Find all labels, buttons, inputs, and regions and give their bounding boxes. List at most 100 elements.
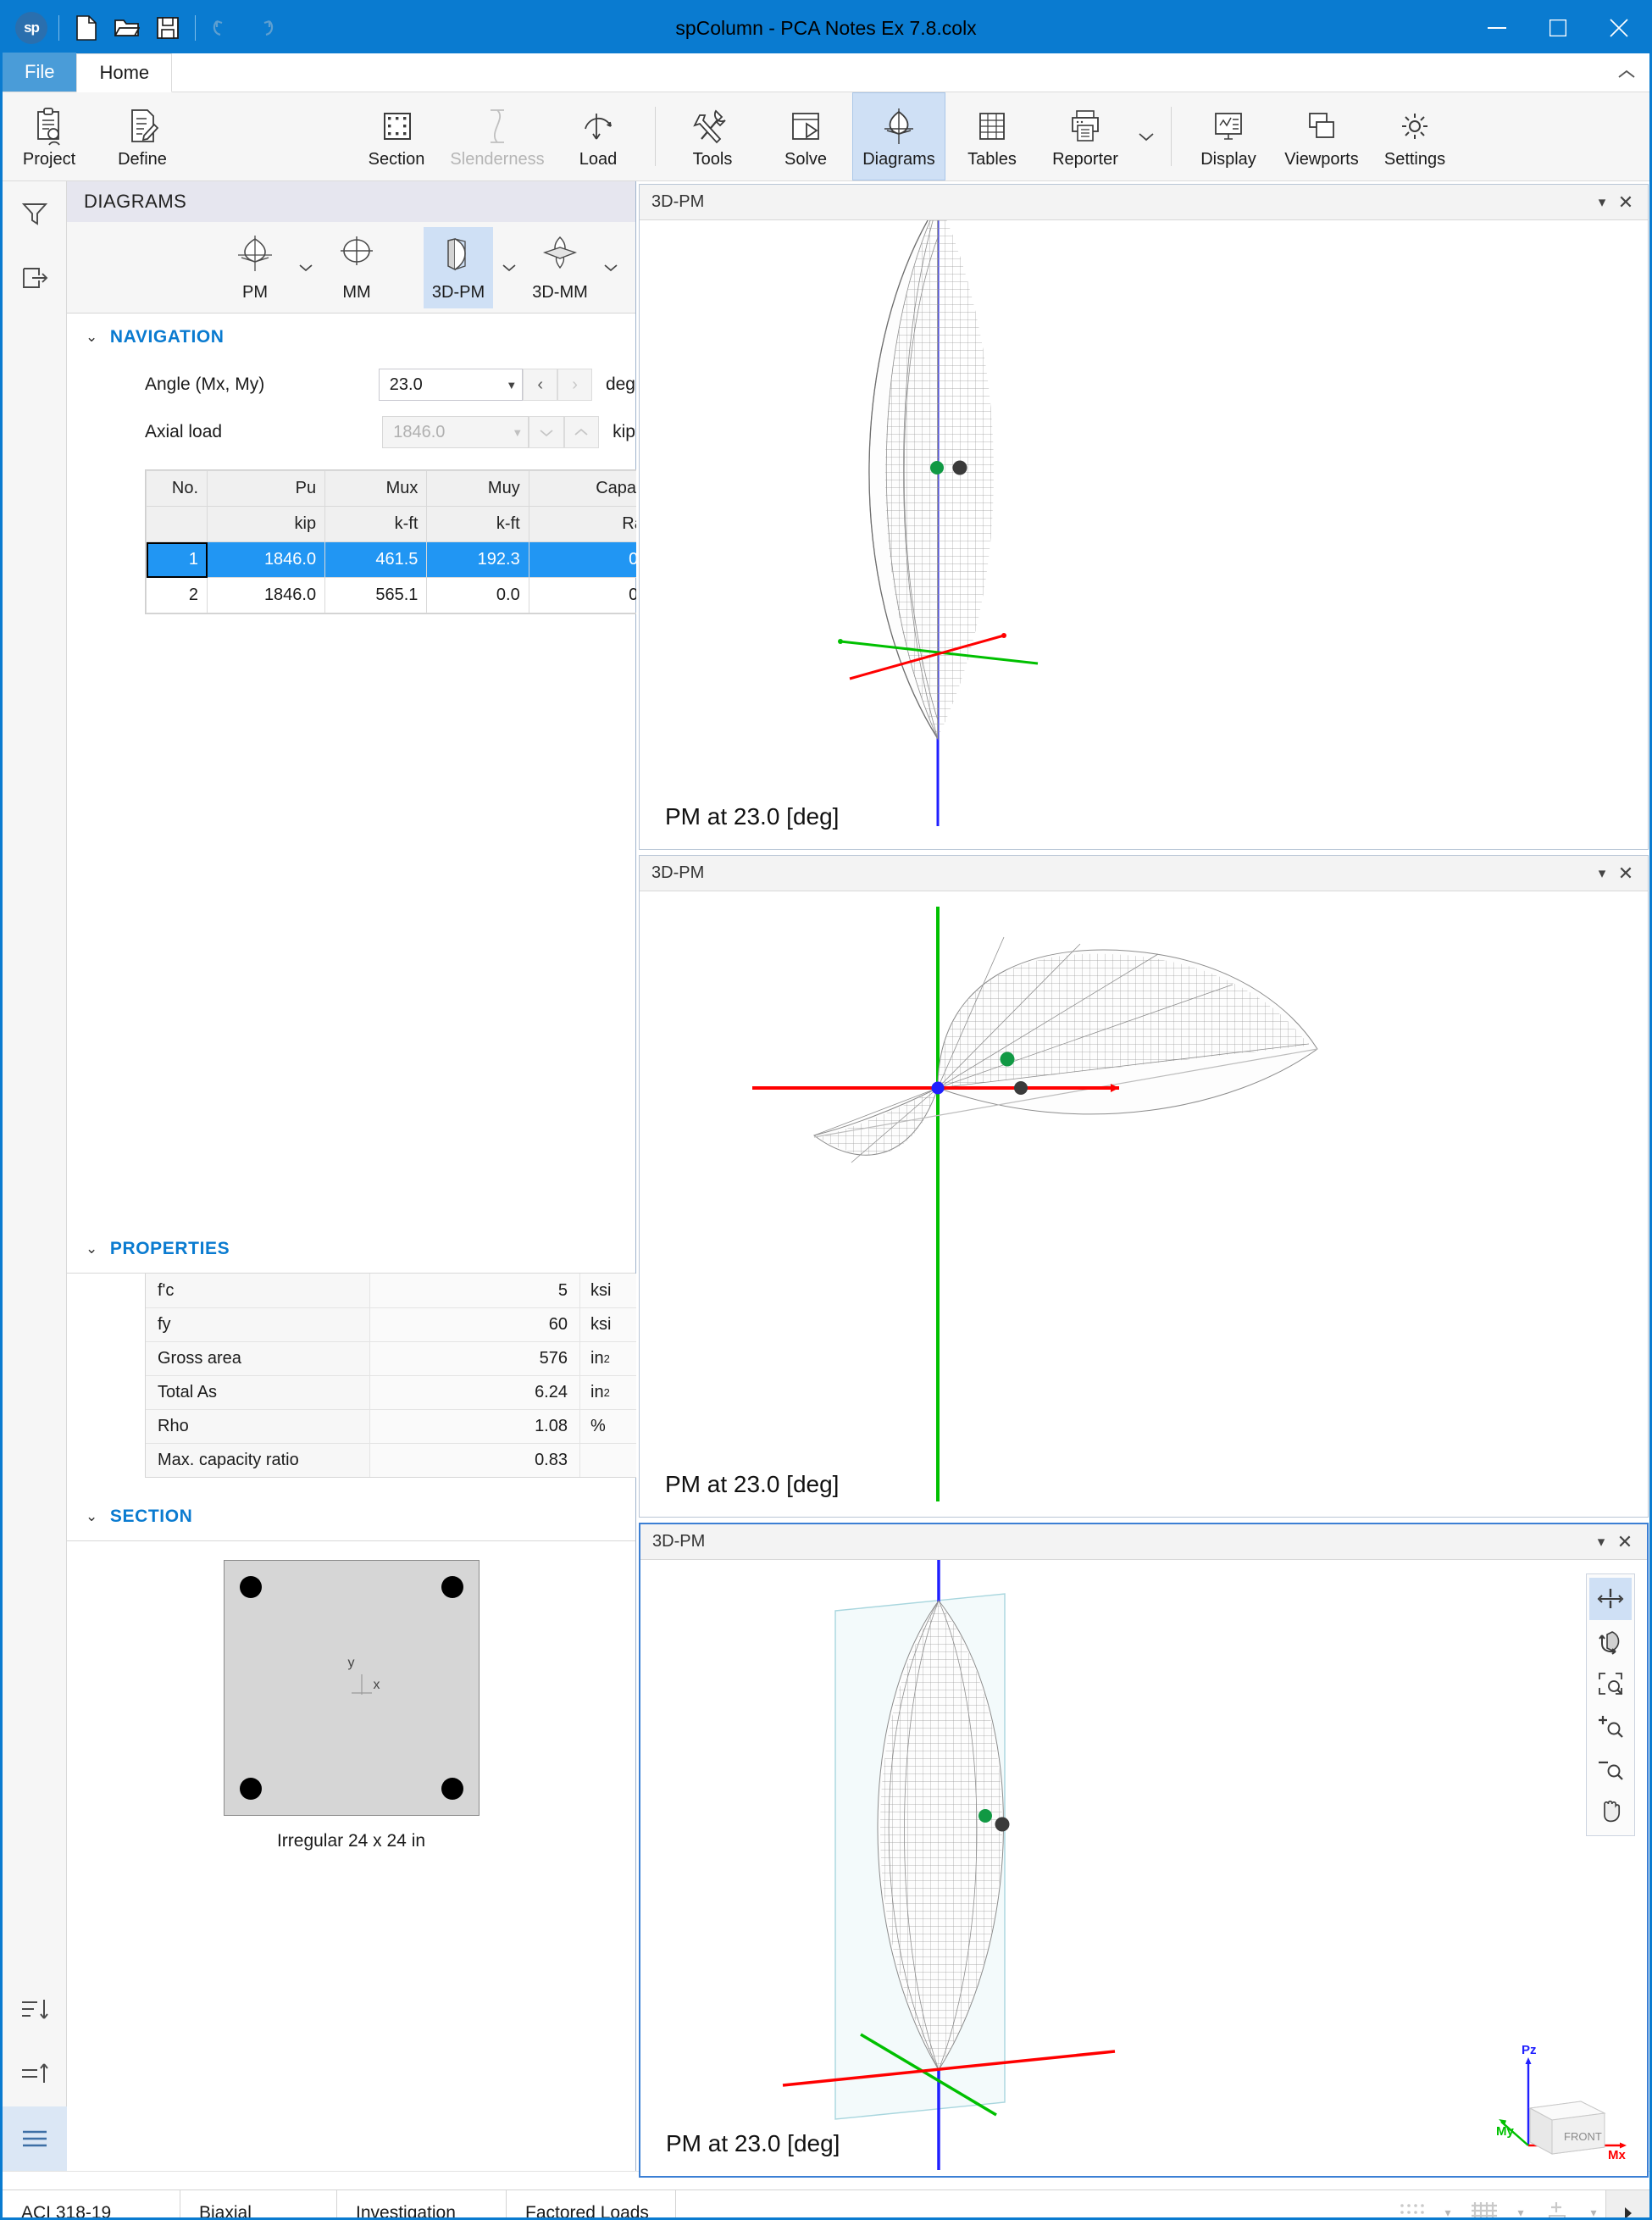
viewport-1[interactable]: 3D-PM ▾ ✕ PM at 23.0 [deg] <box>639 184 1649 850</box>
reporter-chevron-down-icon[interactable] <box>1132 92 1161 180</box>
viewport-3-menu-icon[interactable]: ▾ <box>1589 1534 1613 1551</box>
properties-title: PROPERTIES <box>109 1239 230 1258</box>
viewport-1-caption: PM at 23.0 [deg] <box>665 803 840 830</box>
diagram-label-3d-pm: 3D-PM <box>431 283 485 302</box>
align-list-icon[interactable] <box>3 2042 67 2106</box>
ribbon-button-project[interactable]: Project <box>3 92 96 180</box>
table-row[interactable]: 2 1846.0 565.1 0.0 0.83 <box>146 577 672 613</box>
tab-home[interactable]: Home <box>76 53 173 92</box>
close-button[interactable] <box>1588 3 1649 53</box>
diagram-button-mm[interactable]: MM <box>322 227 391 308</box>
viewport-2-close-icon[interactable]: ✕ <box>1614 863 1638 885</box>
pm-chevron-down-icon[interactable] <box>290 227 322 308</box>
open-folder-icon[interactable] <box>107 8 147 48</box>
viewport-2-canvas[interactable]: PM at 23.0 [deg] <box>640 891 1648 1517</box>
angle-dropdown-arrow-icon[interactable]: ▼ <box>506 379 517 391</box>
angle-prev-button[interactable]: ‹ <box>523 369 558 401</box>
viewport-3-canvas[interactable]: PM at 23.0 [deg] FRONT Pz Mx My <box>640 1560 1647 2176</box>
orientation-axis-cube[interactable]: FRONT Pz Mx My <box>1496 2034 1632 2162</box>
ribbon-button-tools[interactable]: Tools <box>666 92 759 180</box>
axial-load-combo[interactable]: 1846.0 ▼ <box>382 416 529 448</box>
save-icon[interactable] <box>147 8 188 48</box>
viewport-1-canvas[interactable]: PM at 23.0 [deg] <box>640 220 1648 849</box>
export-icon[interactable] <box>3 246 67 310</box>
section-grid-icon <box>377 103 416 147</box>
axial-load-dropdown-arrow-icon[interactable]: ▼ <box>512 426 523 439</box>
ribbon-label-diagrams: Diagrams <box>862 150 935 169</box>
app-logo[interactable]: sp <box>11 8 52 48</box>
title-bar: sp spColumn - PCA Notes Ex 7.8.colx <box>3 3 1649 53</box>
rotate-horizontal-icon[interactable] <box>1589 1578 1632 1620</box>
viewport-3-close-icon[interactable]: ✕ <box>1613 1531 1637 1553</box>
menu-list-icon[interactable] <box>3 2106 67 2171</box>
zoom-in-icon[interactable] <box>1589 1705 1632 1747</box>
ribbon-button-section[interactable]: Section <box>350 92 443 180</box>
viewport-1-menu-icon[interactable]: ▾ <box>1590 194 1614 211</box>
property-row-gross-area: Gross area 576 in 2 <box>146 1341 671 1375</box>
row-1-pu: 1846.0 <box>206 541 326 578</box>
ribbon-collapse-icon[interactable] <box>1617 65 1636 85</box>
ribbon-label-solve: Solve <box>784 150 828 169</box>
tab-file[interactable]: File <box>3 53 77 92</box>
viewport-3[interactable]: 3D-PM ▾ ✕ PM at 23.0 [deg] FRONT Pz Mx M… <box>639 1523 1649 2178</box>
axial-load-up-button[interactable] <box>563 416 600 448</box>
ribbon-button-solve[interactable]: Solve <box>759 92 852 180</box>
properties-collapse-icon[interactable]: ⌄ <box>86 1240 98 1257</box>
rotate-vertical-icon[interactable] <box>1589 1620 1632 1662</box>
load-table-unit-muy: k-ft <box>426 506 529 542</box>
viewport-2-menu-icon[interactable]: ▾ <box>1590 865 1614 882</box>
pm3d-chevron-down-icon[interactable] <box>493 227 525 308</box>
mesh-grid-icon[interactable] <box>1460 2190 1509 2217</box>
ribbon-button-tables[interactable]: Tables <box>945 92 1039 180</box>
minimize-button[interactable] <box>1466 3 1527 53</box>
ribbon-button-define[interactable]: Define <box>96 92 189 180</box>
redo-icon[interactable] <box>243 8 284 48</box>
load-table-unit-no <box>146 506 208 542</box>
add-viewport-icon[interactable] <box>1533 2190 1582 2217</box>
ribbon-button-load[interactable]: Load <box>552 92 645 180</box>
viewport-2[interactable]: 3D-PM ▾ ✕ PM at 23.0 [deg] <box>639 855 1649 1518</box>
angle-next-button[interactable]: › <box>557 369 592 401</box>
application-window: sp spColumn - PCA Notes Ex 7.8.colx File… <box>0 0 1652 2220</box>
table-row[interactable]: 1 1846.0 461.5 192.3 0.77 <box>146 541 672 578</box>
section-section-header[interactable]: ⌄ SECTION <box>67 1493 635 1540</box>
undo-icon[interactable] <box>202 8 243 48</box>
maximize-button[interactable] <box>1527 3 1588 53</box>
filter-icon[interactable] <box>3 181 67 246</box>
angle-combo[interactable]: 23.0 ▼ <box>378 369 524 401</box>
section-collapse-icon[interactable]: ⌄ <box>86 1508 98 1525</box>
section-preview[interactable]: y x Irregular 24 x 24 in <box>67 1541 635 2171</box>
mesh-grid-chevron-icon[interactable]: ▾ <box>1509 2206 1533 2217</box>
ribbon-button-viewports[interactable]: Viewports <box>1275 92 1368 180</box>
diagram-button-pm[interactable]: PM <box>220 227 290 308</box>
add-viewport-chevron-icon[interactable]: ▾ <box>1582 2206 1605 2217</box>
ribbon-button-diagrams[interactable]: Diagrams <box>852 92 945 180</box>
mm-spacer <box>391 227 424 308</box>
ribbon-button-slenderness[interactable]: Slenderness <box>443 92 552 180</box>
status-run-mode: Investigation <box>337 2190 507 2217</box>
rebar-dot <box>239 1778 262 1800</box>
ribbon-button-display[interactable]: Display <box>1182 92 1275 180</box>
mm3d-chevron-down-icon[interactable] <box>595 227 627 308</box>
properties-section-header[interactable]: ⌄ PROPERTIES <box>67 1225 635 1273</box>
qat-separator-1 <box>58 15 59 41</box>
navigation-section-header[interactable]: ⌄ NAVIGATION <box>67 314 635 361</box>
sort-list-icon[interactable] <box>3 1978 67 2042</box>
diagram-button-3d-pm[interactable]: 3D-PM <box>424 226 493 308</box>
zoom-out-icon[interactable] <box>1589 1747 1632 1790</box>
dot-grid-chevron-icon[interactable]: ▾ <box>1436 2206 1460 2217</box>
status-expand-button[interactable] <box>1605 2190 1649 2217</box>
qat-separator-2 <box>195 15 196 41</box>
ribbon-button-reporter[interactable]: Reporter <box>1039 92 1132 180</box>
property-name-max-capacity-ratio: Max. capacity ratio <box>146 1444 369 1477</box>
pan-hand-icon[interactable] <box>1589 1790 1632 1832</box>
property-row-fy: fy 60 ksi <box>146 1307 671 1341</box>
axial-load-down-button[interactable] <box>529 416 564 448</box>
zoom-fit-icon[interactable] <box>1589 1662 1632 1705</box>
diagram-button-3d-mm[interactable]: 3D-MM <box>525 227 595 308</box>
navigation-collapse-icon[interactable]: ⌄ <box>86 329 98 346</box>
dot-grid-icon[interactable] <box>1387 2190 1436 2217</box>
ribbon-button-settings[interactable]: Settings <box>1368 92 1461 180</box>
new-file-icon[interactable] <box>66 8 107 48</box>
viewport-1-close-icon[interactable]: ✕ <box>1614 191 1638 214</box>
